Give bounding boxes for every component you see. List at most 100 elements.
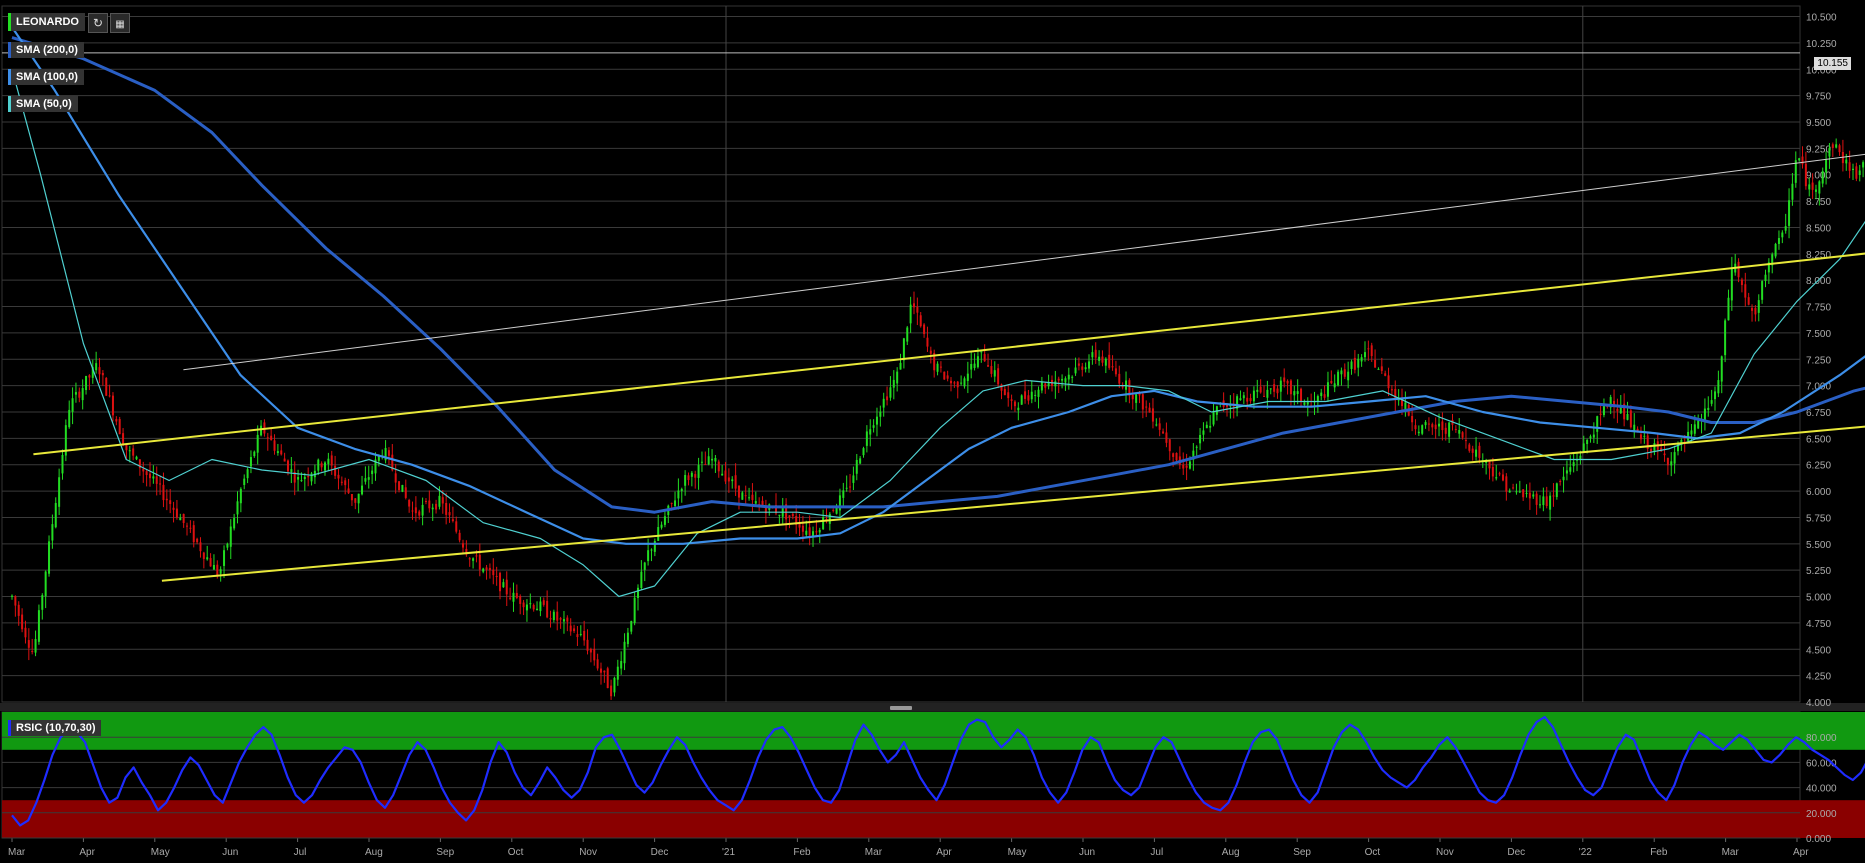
candle-down [280,450,283,455]
candle-down [196,538,199,543]
candle-down [1498,473,1501,475]
candle-up [1626,413,1629,420]
candle-up [1518,491,1521,493]
candle-up [1252,390,1255,402]
rsi-legend-text: RSIC (10,70,30) [16,722,96,734]
candle-up [960,382,963,384]
candle-up [364,478,367,482]
candle-down [832,509,835,511]
price-chart[interactable]: 4.000 4.250 4.500 4.750 5.000 5.250 5.500 5.750… [0,0,1865,863]
candle-down [1182,464,1185,469]
candle-down [849,486,852,488]
sma200-legend[interactable]: SMA (200,0) [8,42,84,58]
symbol-label[interactable]: LEONARDO [8,13,85,31]
candle-up [1212,412,1215,425]
sma50-legend[interactable]: SMA (50,0) [8,96,78,112]
candle-down [1077,363,1080,366]
candle-up [1589,436,1592,439]
candle-up [226,543,229,548]
candle-up [1673,452,1676,464]
candle-up [58,477,61,507]
candle-down [801,525,804,532]
candle-up [1199,434,1202,444]
candle-down [458,532,461,541]
calendar-button[interactable]: ▦ [110,13,130,33]
x-tick-label: May [1008,847,1027,858]
candle-up [233,517,236,529]
candle-down [1000,384,1003,391]
candle-up [1586,439,1589,445]
candle-up [697,465,700,478]
candle-down [1535,493,1538,505]
candle-down [1384,373,1387,376]
price-tick-label: 6.250 [1806,461,1831,472]
rsi-legend[interactable]: RSIC (10,70,30) [8,720,102,736]
candle-up [421,504,424,516]
candle-up [1316,396,1319,402]
candle-up [731,479,734,482]
candle-down [492,569,495,576]
candle-up [276,451,279,453]
price-tick-label: 9.000 [1806,171,1831,182]
candle-up [472,558,475,561]
candle-up [1438,423,1441,427]
candle-down [1121,386,1124,388]
candle-up [1565,470,1568,474]
candle-down [1323,394,1326,398]
candle-down [1108,354,1111,368]
candle-up [502,582,505,588]
price-tick-label: 5.500 [1806,540,1831,551]
candle-up [536,608,539,611]
candle-up [1572,462,1575,467]
candle-down [111,395,114,416]
candle-up [859,458,862,464]
candle-down [1162,431,1165,434]
candle-down [428,500,431,509]
candle-up [1777,238,1780,244]
candle-down [273,440,276,451]
candle-up [1828,148,1831,157]
candle-down [1471,448,1474,453]
candle-up [41,595,44,610]
candle-up [1195,446,1198,448]
candle-up [1693,424,1696,434]
candle-down [182,513,185,523]
candle-up [1155,424,1158,426]
candle-down [118,419,121,435]
candle-up [1707,407,1710,411]
price-tick-label: 6.000 [1806,487,1831,498]
candle-down [320,463,323,468]
candle-up [1714,391,1717,400]
sma100-legend-text: SMA (100,0) [16,71,78,83]
candle-up [1239,398,1242,401]
sma100-legend[interactable]: SMA (100,0) [8,69,84,85]
candle-down [1512,487,1515,489]
candle-down [307,476,310,478]
candle-down [172,507,175,510]
candle-up [1363,352,1366,358]
refresh-button[interactable]: ↻ [88,13,108,33]
candle-up [44,571,47,597]
candle-down [1165,432,1168,443]
candle-down [1488,461,1491,469]
refresh-icon: ↻ [92,16,104,30]
candle-up [243,478,246,485]
candle-up [1538,504,1541,506]
price-tick-label: 7.750 [1806,303,1831,314]
candle-up [1784,226,1787,231]
candle-down [546,600,549,618]
price-tick-label: 5.000 [1806,593,1831,604]
candle-up [1340,370,1343,375]
candle-down [115,419,118,422]
candle-up [1296,391,1299,394]
candle-down [1057,378,1060,381]
candle-up [1532,494,1535,497]
candle-down [724,470,727,482]
candle-down [475,555,478,557]
candle-down [499,572,502,592]
candle-down [717,461,720,472]
candle-up [663,516,666,525]
candle-down [283,458,286,462]
candle-up [620,661,623,669]
candle-up [1088,361,1091,369]
